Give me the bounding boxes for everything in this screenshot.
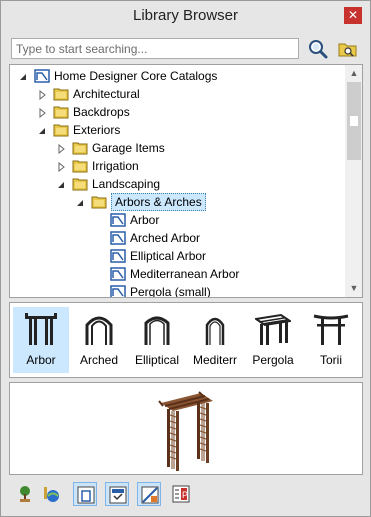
collapsed-arrow-icon[interactable] bbox=[37, 107, 47, 119]
thumbnail-label: Mediterr bbox=[192, 353, 237, 367]
thumbnail-arbor[interactable]: Arbor bbox=[13, 307, 69, 373]
tree-item[interactable]: Home Designer Core Catalogs bbox=[10, 67, 348, 85]
folder-icon bbox=[72, 177, 88, 191]
properties-icon: P bbox=[172, 485, 190, 503]
tree-item-label: Arbor bbox=[130, 213, 160, 227]
thumbnail-elliptical[interactable]: Elliptical bbox=[129, 307, 185, 373]
tree-item[interactable]: Mediterranean Arbor bbox=[10, 265, 348, 283]
tree-item[interactable]: Elliptical Arbor bbox=[10, 247, 348, 265]
tree-item-label: Exteriors bbox=[73, 123, 121, 137]
svg-text:P: P bbox=[182, 490, 188, 500]
torii-icon bbox=[313, 314, 349, 345]
elliptical-arbor-icon bbox=[144, 316, 170, 345]
thumbnail-mediterr[interactable]: Mediterr bbox=[187, 307, 243, 373]
close-button[interactable]: ✕ bbox=[344, 7, 362, 24]
tree-item-label: Arbors & Arches bbox=[111, 193, 206, 211]
search-input[interactable] bbox=[11, 38, 299, 59]
catalog-icon bbox=[34, 69, 50, 83]
thumbnail-pergola[interactable]: Pergola bbox=[245, 307, 301, 373]
object-icon bbox=[110, 267, 126, 281]
folder-search-button[interactable] bbox=[337, 39, 359, 59]
thumbnail-label: Arched bbox=[79, 353, 119, 367]
tree-item[interactable]: Arbors & Arches bbox=[10, 193, 348, 211]
tree-item-label: Landscaping bbox=[92, 177, 161, 191]
expanded-arrow-icon[interactable] bbox=[18, 71, 28, 81]
tree-item-label: Garage Items bbox=[92, 141, 165, 155]
tree-item-label: Architectural bbox=[73, 87, 140, 101]
object-icon bbox=[110, 213, 126, 227]
arched-arbor-icon bbox=[85, 316, 113, 345]
tree-item-label: Pergola (small) bbox=[130, 285, 211, 298]
scroll-thumb-grip bbox=[349, 115, 359, 127]
folder-icon bbox=[72, 159, 88, 173]
tree-item[interactable]: Arbor bbox=[10, 211, 348, 229]
collapsed-arrow-icon[interactable] bbox=[37, 89, 47, 101]
show-objects-button[interactable] bbox=[73, 482, 97, 506]
search-row bbox=[11, 38, 361, 60]
properties-button[interactable]: P bbox=[169, 482, 193, 506]
tree-item-label: Mediterranean Arbor bbox=[130, 267, 240, 281]
tree-item-label: Backdrops bbox=[73, 105, 130, 119]
scroll-up-arrow-icon[interactable]: ▲ bbox=[346, 65, 362, 82]
tree-item[interactable]: Landscaping bbox=[10, 175, 348, 193]
expanded-arrow-icon[interactable] bbox=[75, 197, 85, 207]
preview-panel bbox=[9, 382, 363, 475]
globe-options-button[interactable] bbox=[39, 482, 63, 506]
object-icon bbox=[110, 249, 126, 263]
show-materials-button[interactable] bbox=[137, 482, 161, 506]
expanded-arrow-icon[interactable] bbox=[37, 125, 47, 135]
tree-item-label: Arched Arbor bbox=[130, 231, 201, 245]
thumbnail-arched[interactable]: Arched bbox=[71, 307, 127, 373]
folder-icon bbox=[72, 141, 88, 155]
thumbnail-label: Torii bbox=[319, 353, 342, 367]
arbor-icon bbox=[25, 313, 57, 345]
thumbnail-label: Pergola bbox=[252, 353, 294, 367]
folder-icon bbox=[91, 195, 107, 209]
magnifier-icon bbox=[309, 40, 328, 59]
tree-item[interactable]: Arched Arbor bbox=[10, 229, 348, 247]
tree-vertical-scrollbar[interactable]: ▲ ▼ bbox=[345, 65, 362, 297]
expanded-arrow-icon[interactable] bbox=[56, 179, 66, 189]
tree-item[interactable]: Garage Items bbox=[10, 139, 348, 157]
window-title: Library Browser bbox=[132, 7, 239, 24]
folder-search-icon bbox=[338, 43, 357, 57]
plant-chooser-button[interactable] bbox=[13, 482, 37, 506]
folder-icon bbox=[53, 87, 69, 101]
plant-chooser-icon bbox=[20, 486, 30, 502]
tree-item[interactable]: Exteriors bbox=[10, 121, 348, 139]
search-button[interactable] bbox=[307, 38, 329, 60]
tree-item[interactable]: Irrigation bbox=[10, 157, 348, 175]
show-folders-button[interactable] bbox=[105, 482, 129, 506]
thumbnail-torii[interactable]: Torii bbox=[303, 307, 359, 373]
title-bar[interactable]: Library Browser ✕ bbox=[1, 1, 370, 32]
arbor-3d-preview-icon bbox=[158, 391, 213, 471]
tree-item-label: Irrigation bbox=[92, 159, 139, 173]
mediterranean-arbor-icon bbox=[205, 317, 225, 345]
tree-item[interactable]: Architectural bbox=[10, 85, 348, 103]
show-materials-icon bbox=[141, 486, 159, 504]
object-icon bbox=[110, 231, 126, 245]
thumbnail-label: Elliptical bbox=[134, 353, 179, 367]
bottom-toolbar: P bbox=[9, 482, 363, 508]
show-folders-icon bbox=[109, 486, 127, 504]
scroll-down-arrow-icon[interactable]: ▼ bbox=[346, 280, 362, 297]
tree-item-label: Home Designer Core Catalogs bbox=[54, 69, 218, 83]
tree-item[interactable]: Backdrops bbox=[10, 103, 348, 121]
folder-icon bbox=[53, 105, 69, 119]
collapsed-arrow-icon[interactable] bbox=[56, 161, 66, 173]
show-objects-icon bbox=[77, 486, 95, 504]
folder-icon bbox=[53, 123, 69, 137]
globe-options-icon bbox=[44, 487, 59, 502]
collapsed-arrow-icon[interactable] bbox=[56, 143, 66, 155]
library-browser-window: Library Browser ✕ Home Designer Core Cat… bbox=[0, 0, 371, 517]
pergola-icon bbox=[255, 313, 291, 345]
catalog-tree[interactable]: Home Designer Core Catalogs Architectural… bbox=[9, 64, 363, 298]
object-icon bbox=[110, 285, 126, 297]
thumbnail-panel: Arbor Arched Elliptical Mediterr Pergola Tori… bbox=[9, 302, 363, 378]
tree-item[interactable]: Pergola (small) bbox=[10, 283, 348, 298]
thumbnail-label: Arbor bbox=[26, 353, 56, 367]
tree-item-label: Elliptical Arbor bbox=[130, 249, 207, 263]
